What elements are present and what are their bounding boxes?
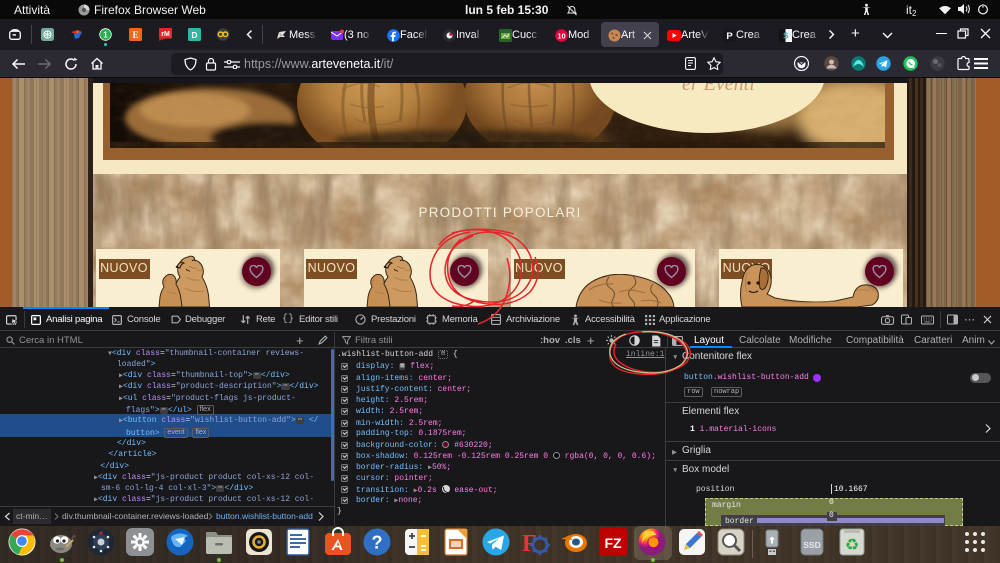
svg-text:♻: ♻ bbox=[845, 537, 859, 554]
svg-text:?: ? bbox=[372, 533, 383, 553]
svg-text:E: E bbox=[132, 31, 138, 41]
svg-text:SSD: SSD bbox=[803, 540, 820, 550]
svg-text:rM: rM bbox=[161, 31, 170, 38]
svg-text:10: 10 bbox=[557, 31, 565, 40]
svg-text:S: S bbox=[783, 32, 789, 41]
svg-text:1: 1 bbox=[103, 30, 108, 39]
svg-text:D: D bbox=[191, 30, 197, 40]
svg-text:FZ: FZ bbox=[604, 535, 622, 551]
svg-text:P: P bbox=[726, 31, 733, 42]
